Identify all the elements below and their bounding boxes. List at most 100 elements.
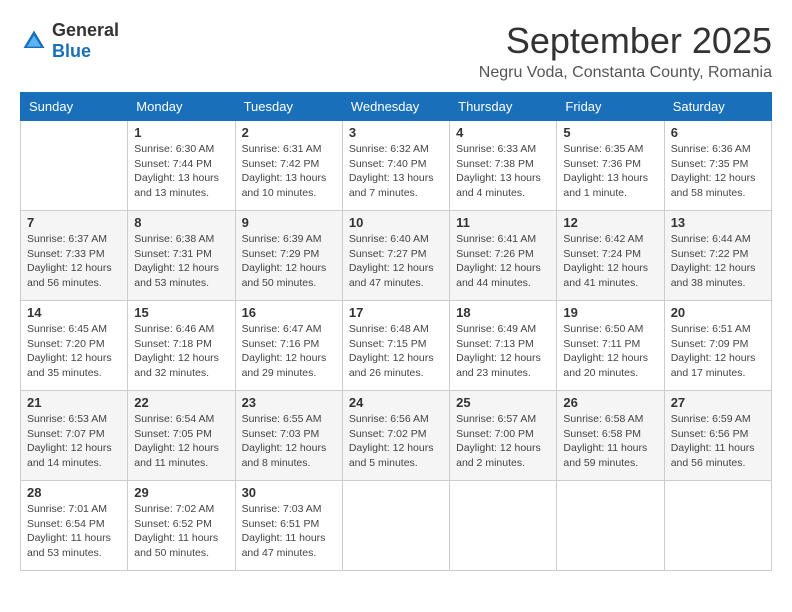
title-block: September 2025 Negru Voda, Constanta Cou… (479, 20, 772, 82)
day-info: Sunrise: 6:53 AMSunset: 7:07 PMDaylight:… (27, 412, 121, 471)
day-number: 4 (456, 125, 550, 140)
calendar-week-3: 14 Sunrise: 6:45 AMSunset: 7:20 PMDayligh… (21, 301, 772, 391)
calendar-cell: 19 Sunrise: 6:50 AMSunset: 7:11 PMDayligh… (557, 301, 664, 391)
day-info: Sunrise: 6:35 AMSunset: 7:36 PMDaylight:… (563, 142, 657, 201)
day-info: Sunrise: 6:58 AMSunset: 6:58 PMDaylight:… (563, 412, 657, 471)
day-number: 10 (349, 215, 443, 230)
day-info: Sunrise: 6:46 AMSunset: 7:18 PMDaylight:… (134, 322, 228, 381)
day-number: 14 (27, 305, 121, 320)
logo-text: General Blue (52, 20, 119, 62)
calendar-cell: 10 Sunrise: 6:40 AMSunset: 7:27 PMDayligh… (342, 211, 449, 301)
calendar-cell: 29 Sunrise: 7:02 AMSunset: 6:52 PMDayligh… (128, 481, 235, 571)
calendar-cell: 12 Sunrise: 6:42 AMSunset: 7:24 PMDayligh… (557, 211, 664, 301)
weekday-header-wednesday: Wednesday (342, 93, 449, 121)
day-number: 29 (134, 485, 228, 500)
calendar-cell: 6 Sunrise: 6:36 AMSunset: 7:35 PMDaylight… (664, 121, 771, 211)
day-number: 8 (134, 215, 228, 230)
calendar-week-4: 21 Sunrise: 6:53 AMSunset: 7:07 PMDayligh… (21, 391, 772, 481)
day-info: Sunrise: 6:39 AMSunset: 7:29 PMDaylight:… (242, 232, 336, 291)
day-info: Sunrise: 6:36 AMSunset: 7:35 PMDaylight:… (671, 142, 765, 201)
calendar-cell: 8Sunrise: 6:38 AMSunset: 7:31 PMDaylight… (128, 211, 235, 301)
day-number: 17 (349, 305, 443, 320)
day-info: Sunrise: 6:51 AMSunset: 7:09 PMDaylight:… (671, 322, 765, 381)
weekday-header-tuesday: Tuesday (235, 93, 342, 121)
day-info: Sunrise: 6:47 AMSunset: 7:16 PMDaylight:… (242, 322, 336, 381)
day-number: 11 (456, 215, 550, 230)
weekday-header-saturday: Saturday (664, 93, 771, 121)
calendar-table: SundayMondayTuesdayWednesdayThursdayFrid… (20, 92, 772, 571)
weekday-header-monday: Monday (128, 93, 235, 121)
logo-blue: Blue (52, 41, 91, 61)
location: Negru Voda, Constanta County, Romania (479, 64, 772, 82)
day-info: Sunrise: 7:03 AMSunset: 6:51 PMDaylight:… (242, 502, 336, 561)
day-info: Sunrise: 6:49 AMSunset: 7:13 PMDaylight:… (456, 322, 550, 381)
calendar-cell: 11 Sunrise: 6:41 AMSunset: 7:26 PMDayligh… (450, 211, 557, 301)
calendar-week-5: 28 Sunrise: 7:01 AMSunset: 6:54 PMDayligh… (21, 481, 772, 571)
weekday-header-thursday: Thursday (450, 93, 557, 121)
calendar-cell: 14 Sunrise: 6:45 AMSunset: 7:20 PMDayligh… (21, 301, 128, 391)
day-number: 9 (242, 215, 336, 230)
calendar-cell: 18 Sunrise: 6:49 AMSunset: 7:13 PMDayligh… (450, 301, 557, 391)
calendar-cell (21, 121, 128, 211)
day-info: Sunrise: 6:37 AMSunset: 7:33 PMDaylight:… (27, 232, 121, 291)
calendar-cell: 20Sunrise: 6:51 AMSunset: 7:09 PMDayligh… (664, 301, 771, 391)
day-number: 18 (456, 305, 550, 320)
calendar-week-1: 1Sunrise: 6:30 AMSunset: 7:44 PMDaylight… (21, 121, 772, 211)
logo-icon (20, 27, 48, 55)
day-info: Sunrise: 6:41 AMSunset: 7:26 PMDaylight:… (456, 232, 550, 291)
day-info: Sunrise: 6:59 AMSunset: 6:56 PMDaylight:… (671, 412, 765, 471)
day-number: 30 (242, 485, 336, 500)
day-number: 22 (134, 395, 228, 410)
day-number: 19 (563, 305, 657, 320)
day-number: 2 (242, 125, 336, 140)
calendar-week-2: 7Sunrise: 6:37 AMSunset: 7:33 PMDaylight… (21, 211, 772, 301)
calendar-cell: 24Sunrise: 6:56 AMSunset: 7:02 PMDayligh… (342, 391, 449, 481)
day-number: 23 (242, 395, 336, 410)
calendar-cell: 13Sunrise: 6:44 AMSunset: 7:22 PMDayligh… (664, 211, 771, 301)
day-number: 3 (349, 125, 443, 140)
calendar-cell: 1Sunrise: 6:30 AMSunset: 7:44 PMDaylight… (128, 121, 235, 211)
day-info: Sunrise: 6:33 AMSunset: 7:38 PMDaylight:… (456, 142, 550, 201)
calendar-cell: 5 Sunrise: 6:35 AMSunset: 7:36 PMDaylight… (557, 121, 664, 211)
calendar-cell: 17 Sunrise: 6:48 AMSunset: 7:15 PMDayligh… (342, 301, 449, 391)
month-title: September 2025 (479, 20, 772, 62)
day-info: Sunrise: 6:42 AMSunset: 7:24 PMDaylight:… (563, 232, 657, 291)
day-info: Sunrise: 6:30 AMSunset: 7:44 PMDaylight:… (134, 142, 228, 201)
calendar-cell: 3 Sunrise: 6:32 AMSunset: 7:40 PMDaylight… (342, 121, 449, 211)
day-info: Sunrise: 7:01 AMSunset: 6:54 PMDaylight:… (27, 502, 121, 561)
calendar-cell: 25 Sunrise: 6:57 AMSunset: 7:00 PMDayligh… (450, 391, 557, 481)
day-info: Sunrise: 6:55 AMSunset: 7:03 PMDaylight:… (242, 412, 336, 471)
day-number: 28 (27, 485, 121, 500)
day-number: 5 (563, 125, 657, 140)
day-number: 16 (242, 305, 336, 320)
day-number: 27 (671, 395, 765, 410)
logo-general: General (52, 20, 119, 40)
day-info: Sunrise: 6:32 AMSunset: 7:40 PMDaylight:… (349, 142, 443, 201)
page-header: General Blue September 2025 Negru Voda, … (20, 20, 772, 82)
day-number: 13 (671, 215, 765, 230)
calendar-cell: 30 Sunrise: 7:03 AMSunset: 6:51 PMDayligh… (235, 481, 342, 571)
day-number: 26 (563, 395, 657, 410)
calendar-cell: 15 Sunrise: 6:46 AMSunset: 7:18 PMDayligh… (128, 301, 235, 391)
calendar-cell: 16 Sunrise: 6:47 AMSunset: 7:16 PMDayligh… (235, 301, 342, 391)
calendar-cell: 9 Sunrise: 6:39 AMSunset: 7:29 PMDaylight… (235, 211, 342, 301)
day-info: Sunrise: 6:48 AMSunset: 7:15 PMDaylight:… (349, 322, 443, 381)
day-info: Sunrise: 6:40 AMSunset: 7:27 PMDaylight:… (349, 232, 443, 291)
day-info: Sunrise: 6:50 AMSunset: 7:11 PMDaylight:… (563, 322, 657, 381)
weekday-header-sunday: Sunday (21, 93, 128, 121)
calendar-cell: 4 Sunrise: 6:33 AMSunset: 7:38 PMDaylight… (450, 121, 557, 211)
calendar-cell: 22Sunrise: 6:54 AMSunset: 7:05 PMDayligh… (128, 391, 235, 481)
day-number: 21 (27, 395, 121, 410)
weekday-header-friday: Friday (557, 93, 664, 121)
calendar-cell: 23 Sunrise: 6:55 AMSunset: 7:03 PMDayligh… (235, 391, 342, 481)
day-info: Sunrise: 6:31 AMSunset: 7:42 PMDaylight:… (242, 142, 336, 201)
day-number: 6 (671, 125, 765, 140)
calendar-cell (664, 481, 771, 571)
calendar-cell (557, 481, 664, 571)
day-info: Sunrise: 7:02 AMSunset: 6:52 PMDaylight:… (134, 502, 228, 561)
day-number: 12 (563, 215, 657, 230)
day-info: Sunrise: 6:57 AMSunset: 7:00 PMDaylight:… (456, 412, 550, 471)
day-number: 25 (456, 395, 550, 410)
day-number: 15 (134, 305, 228, 320)
day-info: Sunrise: 6:45 AMSunset: 7:20 PMDaylight:… (27, 322, 121, 381)
